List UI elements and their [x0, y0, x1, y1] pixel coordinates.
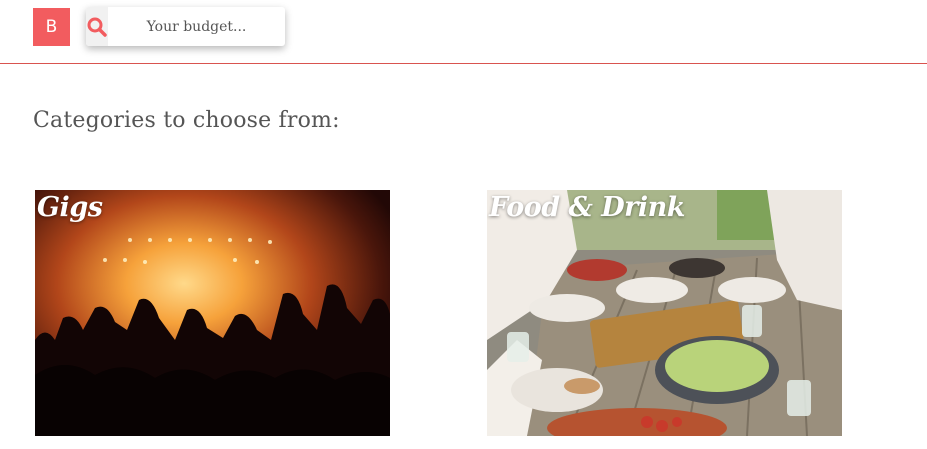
outdoor-dinner-table-photo: [487, 190, 842, 436]
brand-logo[interactable]: B: [33, 8, 70, 46]
concert-crowd-photo: [35, 190, 390, 436]
category-title-gigs: Gigs: [37, 192, 103, 223]
category-card-gigs[interactable]: Gigs: [35, 190, 390, 436]
category-card-food-drink[interactable]: Food & Drink: [487, 190, 842, 436]
budget-input[interactable]: [108, 18, 293, 35]
section-title: Categories to choose from:: [33, 108, 340, 133]
budget-search-box[interactable]: [86, 7, 293, 46]
top-header: B: [0, 0, 927, 64]
search-icon[interactable]: [86, 7, 108, 46]
category-title-food-drink: Food & Drink: [489, 192, 686, 223]
